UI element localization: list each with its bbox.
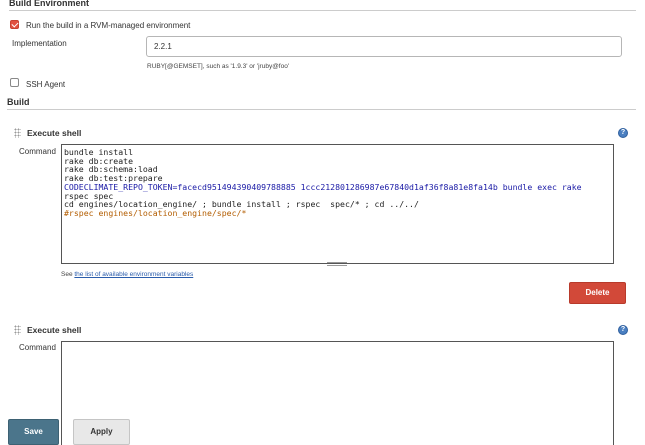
- env-vars-hint-prefix: See: [61, 271, 75, 278]
- command-label: Command: [19, 147, 56, 156]
- drag-handle-icon[interactable]: [14, 128, 21, 138]
- env-vars-hint: See the list of available environment va…: [61, 271, 193, 278]
- delete-button[interactable]: Delete: [569, 282, 626, 304]
- execute-shell-title: Execute shell: [27, 325, 82, 335]
- command-textarea[interactable]: [61, 341, 614, 445]
- divider: [9, 10, 636, 11]
- apply-button[interactable]: Apply: [73, 419, 130, 445]
- command-line: CODECLIMATE_REPO_TOKEN=facecd95149439040…: [64, 181, 582, 192]
- ssh-agent-checkbox[interactable]: [10, 78, 19, 87]
- command-textarea[interactable]: bundle install rake db:create rake db:sc…: [61, 144, 614, 266]
- command-label: Command: [19, 343, 56, 352]
- command-code: bundle install rake db:create rake db:sc…: [64, 148, 582, 218]
- resize-grip-icon[interactable]: [327, 262, 347, 266]
- execute-shell-title: Execute shell: [27, 128, 82, 138]
- divider: [7, 109, 636, 110]
- command-line: #rspec engines/location_engine/spec/*: [64, 207, 247, 218]
- rvm-checkbox-label: Run the build in a RVM-managed environme…: [26, 21, 191, 30]
- save-button[interactable]: Save: [8, 419, 59, 445]
- implementation-input[interactable]: 2.2.1: [146, 36, 622, 57]
- env-vars-link[interactable]: the list of available environment variab…: [74, 271, 193, 278]
- drag-handle-icon[interactable]: [14, 325, 21, 335]
- build-title: Build: [7, 97, 30, 107]
- help-icon[interactable]: ?: [618, 325, 628, 335]
- implementation-hint: RUBY[@GEMSET], such as '1.9.3' or 'jruby…: [147, 63, 290, 70]
- help-icon[interactable]: ?: [618, 128, 628, 138]
- rvm-checkbox[interactable]: [10, 20, 19, 29]
- ssh-agent-label: SSH Agent: [26, 80, 66, 89]
- build-environment-title: Build Environment: [9, 0, 90, 8]
- implementation-label: Implementation: [12, 39, 67, 48]
